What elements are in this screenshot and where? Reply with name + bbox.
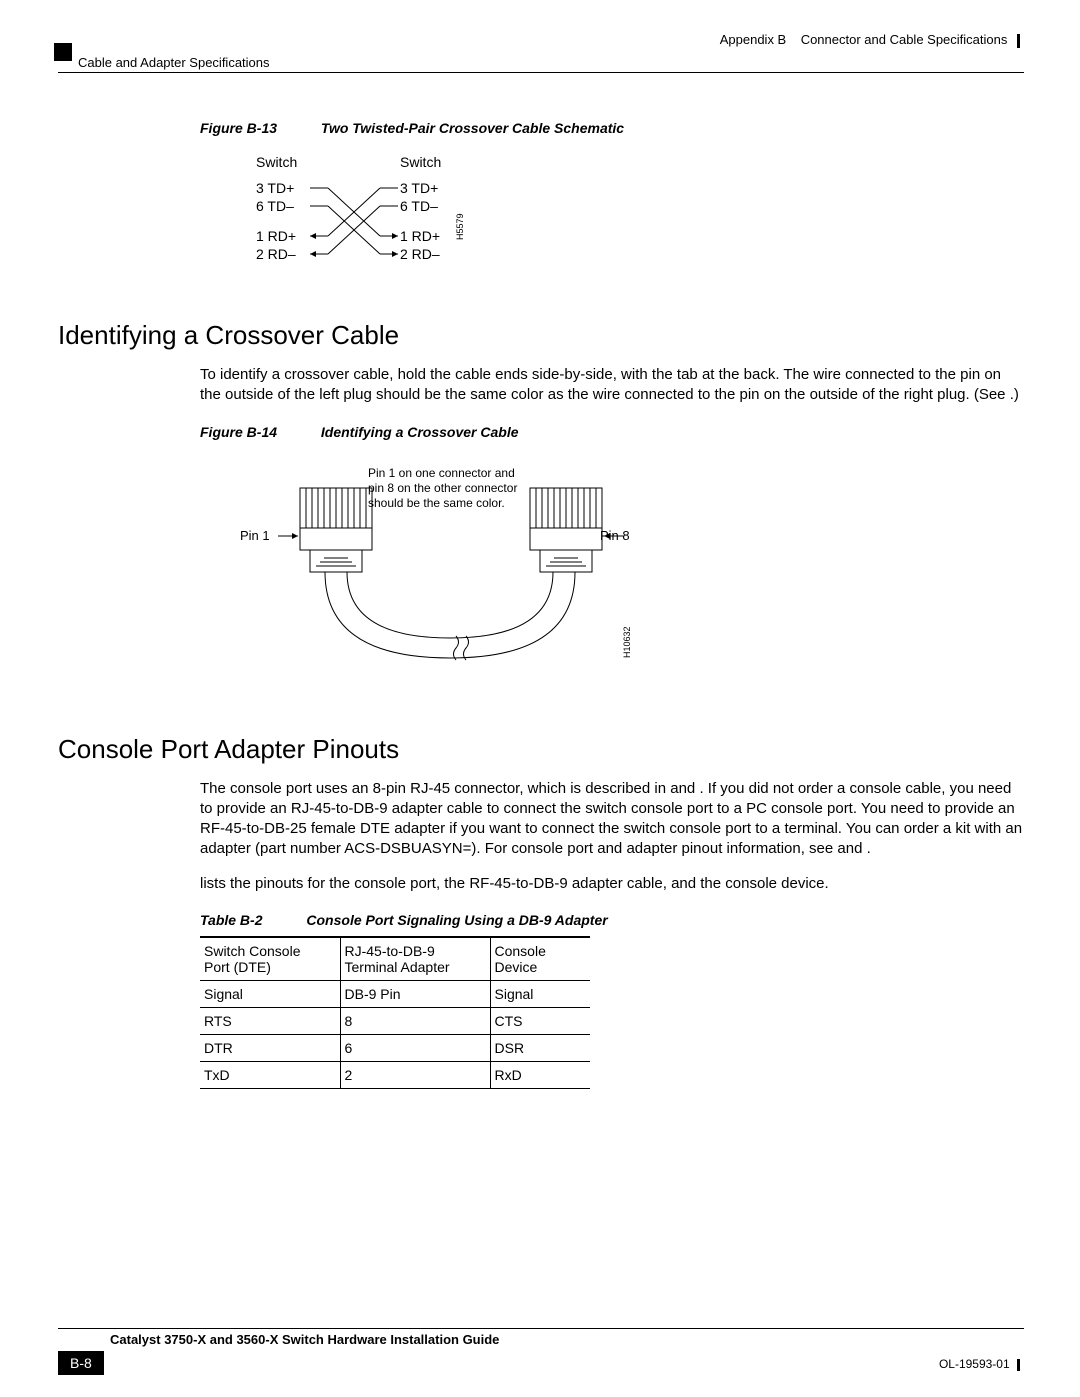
table-b2-caption: Table B-2 Console Port Signaling Using a… (200, 912, 1024, 928)
table-row: DTR 6 DSR (200, 1034, 590, 1061)
fig13-r0: 3 TD+ (400, 180, 438, 196)
fig14-note-l3: should be the same color. (368, 496, 517, 511)
cell: RTS (200, 1007, 340, 1034)
cell: 6 (340, 1034, 490, 1061)
header-left: Cable and Adapter Specifications (78, 55, 270, 70)
figure-b14-title: Identifying a Crossover Cable (321, 424, 519, 440)
th1b: Port (DTE) (204, 959, 330, 975)
sub1: Signal (200, 980, 340, 1007)
th1a: Switch Console (204, 943, 330, 959)
cell: DTR (200, 1034, 340, 1061)
square-icon (54, 43, 72, 61)
page-content: Figure B-13 Two Twisted-Pair Crossover C… (58, 120, 1024, 1089)
cell: 8 (340, 1007, 490, 1034)
fig13-ref: H5579 (455, 213, 465, 240)
appendix-label: Appendix B (720, 32, 787, 47)
table-row: RTS 8 CTS (200, 1007, 590, 1034)
fig13-l2: 1 RD+ (256, 228, 296, 244)
fig14-note-l1: Pin 1 on one connector and (368, 466, 517, 481)
cell: TxD (200, 1061, 340, 1088)
crossover-lines-icon (310, 180, 400, 270)
th2b: Terminal Adapter (345, 959, 480, 975)
figure-b13-title: Two Twisted-Pair Crossover Cable Schemat… (321, 120, 624, 136)
fig13-r3: 2 RD– (400, 246, 440, 262)
fig14-pin8-label: Pin 8 (600, 528, 630, 543)
footer-bar-icon (1017, 1359, 1020, 1371)
sub2: DB-9 Pin (340, 980, 490, 1007)
footer-rule (58, 1328, 1024, 1329)
fig14-note-l2: pin 8 on the other connector (368, 481, 517, 496)
fig13-l1: 6 TD– (256, 198, 294, 214)
th3b: Device (495, 959, 581, 975)
section-console-para1: The console port uses an 8-pin RJ-45 con… (200, 779, 1024, 860)
header-right: Appendix B Connector and Cable Specifica… (720, 32, 1020, 48)
fig14-pin1-label: Pin 1 (240, 528, 270, 543)
th3a: Console (495, 943, 581, 959)
figure-b14-number: Figure B-14 (200, 424, 277, 440)
section-console-para2: lists the pinouts for the console port, … (200, 874, 1024, 894)
cell: 2 (340, 1061, 490, 1088)
appendix-title: Connector and Cable Specifications (801, 32, 1008, 47)
table-b2: Switch Console Port (DTE) RJ-45-to-DB-9 … (200, 936, 590, 1089)
footer-guide-title: Catalyst 3750-X and 3560-X Switch Hardwa… (110, 1332, 499, 1347)
page-number: B-8 (58, 1351, 104, 1375)
fig13-left-header: Switch (256, 154, 297, 170)
sub3: Signal (490, 980, 590, 1007)
section-crossover-para: To identify a crossover cable, hold the … (200, 365, 1024, 406)
section-heading-crossover: Identifying a Crossover Cable (58, 320, 1024, 351)
figure-b14-diagram: Pin 1 Pin 8 Pin 1 on one connector and p… (200, 458, 1024, 698)
doc-number-text: OL-19593-01 (939, 1357, 1010, 1371)
fig14-note: Pin 1 on one connector and pin 8 on the … (368, 466, 517, 511)
fig13-right-header: Switch (400, 154, 441, 170)
cell: CTS (490, 1007, 590, 1034)
figure-b14-caption: Figure B-14 Identifying a Crossover Cabl… (200, 424, 1024, 440)
figure-b13-diagram: Switch Switch 3 TD+ 6 TD– 1 RD+ 2 RD– 3 … (200, 154, 1024, 284)
section-heading-console: Console Port Adapter Pinouts (58, 734, 1024, 765)
cell: DSR (490, 1034, 590, 1061)
header-rule (58, 72, 1024, 73)
th-col1: Switch Console Port (DTE) (200, 937, 340, 981)
figure-b13-number: Figure B-13 (200, 120, 277, 136)
doc-number: OL-19593-01 (939, 1357, 1020, 1371)
figure-b13-caption: Figure B-13 Two Twisted-Pair Crossover C… (200, 120, 1024, 136)
th-col2: RJ-45-to-DB-9 Terminal Adapter (340, 937, 490, 981)
section-crumb: Cable and Adapter Specifications (78, 55, 270, 70)
header-bar-icon (1017, 34, 1020, 48)
th-col3: Console Device (490, 937, 590, 981)
fig13-r2: 1 RD+ (400, 228, 440, 244)
fig13-r1: 6 TD– (400, 198, 438, 214)
fig13-l0: 3 TD+ (256, 180, 294, 196)
fig14-ref: H10632 (622, 626, 632, 658)
cell: RxD (490, 1061, 590, 1088)
table-b2-title: Console Port Signaling Using a DB-9 Adap… (306, 912, 607, 928)
th2a: RJ-45-to-DB-9 (345, 943, 480, 959)
table-b2-number: Table B-2 (200, 912, 263, 928)
table-row: TxD 2 RxD (200, 1061, 590, 1088)
fig13-l3: 2 RD– (256, 246, 296, 262)
